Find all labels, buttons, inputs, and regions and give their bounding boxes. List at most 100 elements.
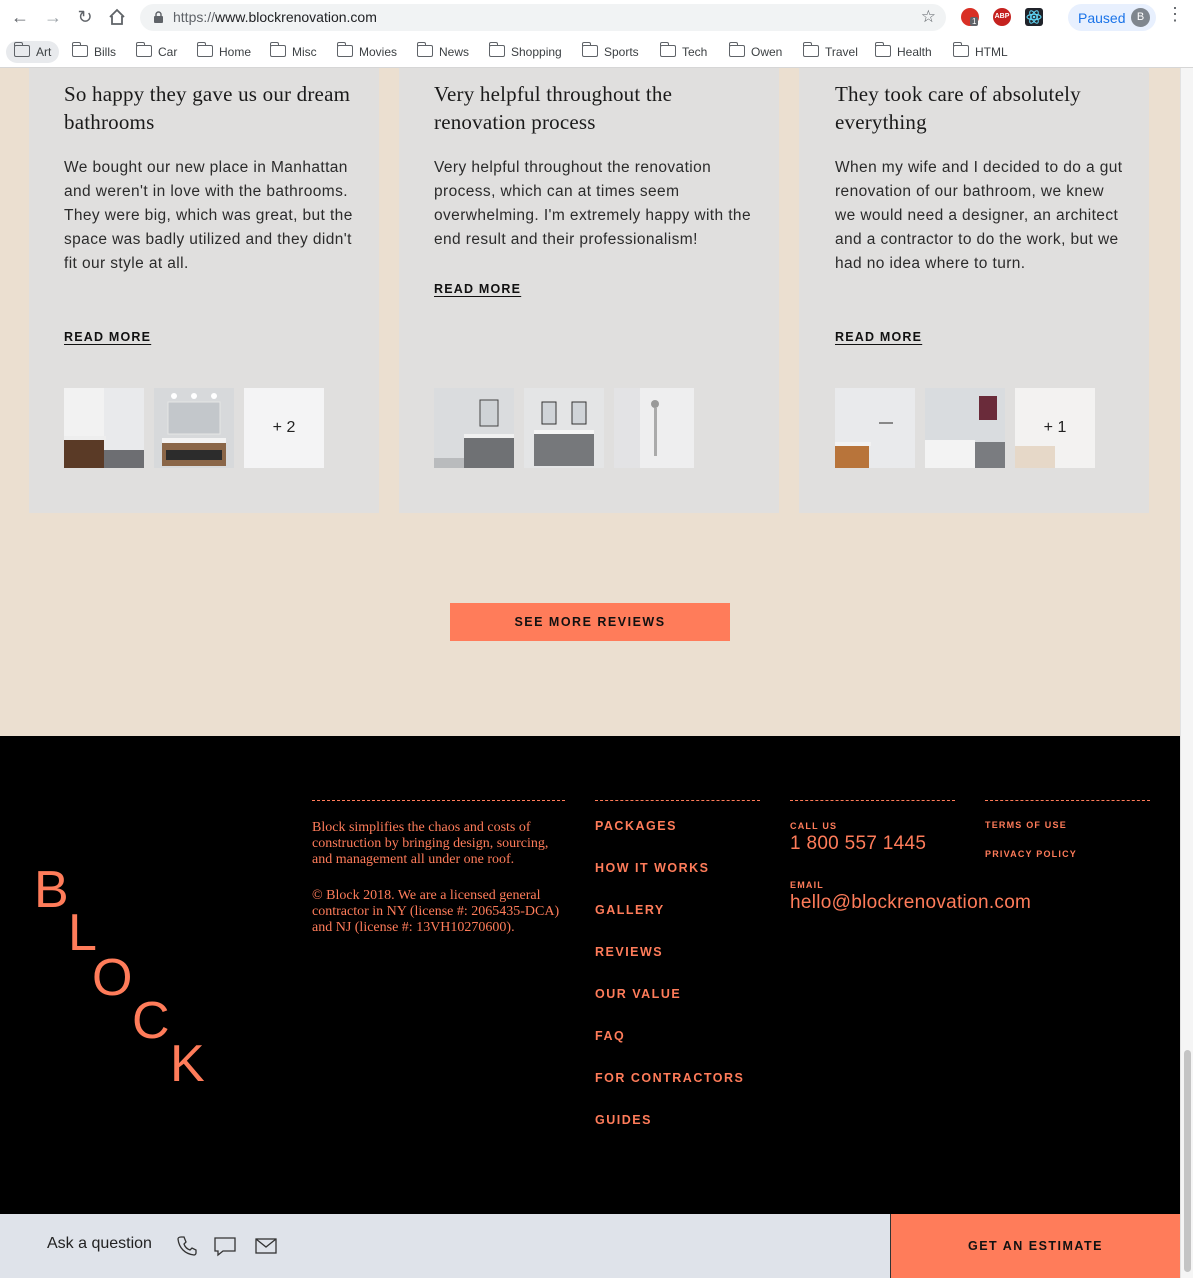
bookmark-movies[interactable]: Movies <box>336 41 397 63</box>
read-more-link[interactable]: READ MORE <box>434 282 521 296</box>
bookmarks-bar: Art Bills Car Home Misc Movies News Shop… <box>0 35 1193 68</box>
profile-status: Paused <box>1078 10 1126 26</box>
folder-icon <box>488 42 505 57</box>
bookmark-misc[interactable]: Misc <box>269 41 317 63</box>
extension-icon[interactable]: 1 <box>961 8 979 26</box>
review-photo[interactable] <box>154 388 234 468</box>
footer-link-faq[interactable]: FAQ <box>595 1029 625 1043</box>
logo-letter: C <box>132 992 170 1050</box>
folder-icon <box>71 42 88 57</box>
bookmark-owen[interactable]: Owen <box>728 41 782 63</box>
review-card: Very helpful throughout the renovation p… <box>399 68 779 513</box>
divider <box>790 800 955 801</box>
reload-icon[interactable]: ↻ <box>74 6 96 28</box>
folder-icon <box>336 42 353 57</box>
folder-icon <box>802 42 819 57</box>
folder-icon <box>416 42 433 57</box>
footer-link-how-it-works[interactable]: HOW IT WORKS <box>595 861 710 875</box>
call-us-label: CALL US <box>790 821 838 831</box>
divider <box>312 800 565 801</box>
bookmark-art[interactable]: Art <box>6 41 60 63</box>
scrollbar[interactable] <box>1180 68 1193 1278</box>
bookmark-star-icon[interactable]: ☆ <box>921 7 936 27</box>
ask-question-bar: Ask a question <box>0 1214 890 1278</box>
bookmark-health[interactable]: Health <box>874 41 932 63</box>
profile-button[interactable]: Paused B <box>1068 4 1156 31</box>
bookmark-tech[interactable]: Tech <box>659 41 707 63</box>
bookmark-news[interactable]: News <box>416 41 469 63</box>
folder-icon <box>13 42 30 57</box>
review-photo[interactable] <box>835 388 915 468</box>
ask-question-label[interactable]: Ask a question <box>47 1235 152 1253</box>
review-title: Very helpful throughout the renovation p… <box>434 82 673 134</box>
terms-of-use-link[interactable]: TERMS OF USE <box>985 820 1067 830</box>
review-text: We bought our new place in Manhattan and… <box>64 159 353 272</box>
folder-icon <box>659 42 676 57</box>
address-bar[interactable]: https://www.blockrenovation.com ☆ <box>140 4 946 31</box>
back-icon[interactable]: ← <box>9 6 31 28</box>
review-text: Very helpful throughout the renovation p… <box>434 159 751 248</box>
bookmark-home[interactable]: Home <box>196 41 251 63</box>
mail-icon[interactable] <box>254 1234 278 1258</box>
review-photo[interactable] <box>925 388 1005 468</box>
folder-icon <box>874 42 891 57</box>
bookmark-car[interactable]: Car <box>135 41 177 63</box>
phone-link[interactable]: 1 800 557 1445 <box>790 833 926 855</box>
browser-toolbar: ← → ↻ https://www.blockrenovation.com ☆ … <box>0 0 1193 35</box>
bookmark-bills[interactable]: Bills <box>71 41 116 63</box>
review-photo[interactable] <box>64 388 144 468</box>
review-card: They took care of absolutely everything … <box>799 68 1149 513</box>
more-photos-count: + 2 <box>272 419 296 436</box>
privacy-policy-link[interactable]: PRIVACY POLICY <box>985 849 1077 859</box>
menu-icon[interactable]: ⋮ <box>1166 4 1184 25</box>
review-title: So happy they gave us our dream bathroom… <box>64 82 351 134</box>
footer-about-text: Block simplifies the chaos and costs of … <box>312 820 549 867</box>
see-more-reviews-button[interactable]: SEE MORE REVIEWS <box>450 603 730 641</box>
chat-icon[interactable] <box>213 1234 237 1258</box>
review-photo[interactable] <box>614 388 694 468</box>
url-text: https://www.blockrenovation.com <box>173 9 377 25</box>
forward-icon[interactable]: → <box>42 6 64 28</box>
footer-link-guides[interactable]: GUIDES <box>595 1113 652 1127</box>
review-title: They took care of absolutely everything <box>835 82 1081 134</box>
more-photos[interactable]: + 1 <box>1015 388 1095 468</box>
react-devtools-icon[interactable] <box>1025 8 1043 26</box>
home-icon[interactable] <box>106 6 128 28</box>
review-card: So happy they gave us our dream bathroom… <box>29 68 379 513</box>
bookmark-shopping[interactable]: Shopping <box>488 41 562 63</box>
folder-icon <box>269 42 286 57</box>
footer-legal-text: © Block 2018. We are a licensed general … <box>312 888 560 935</box>
bookmark-travel[interactable]: Travel <box>802 41 858 63</box>
divider <box>595 800 760 801</box>
folder-icon <box>135 42 152 57</box>
bookmark-sports[interactable]: Sports <box>581 41 639 63</box>
logo-letter: O <box>92 949 133 1007</box>
scrollbar-thumb[interactable] <box>1184 1050 1191 1272</box>
folder-icon <box>728 42 745 57</box>
bookmark-html[interactable]: HTML <box>952 41 1008 63</box>
more-photos-count: + 1 <box>1043 419 1067 436</box>
more-photos[interactable]: + 2 <box>244 388 324 468</box>
folder-icon <box>952 42 969 57</box>
footer-link-gallery[interactable]: GALLERY <box>595 903 665 917</box>
logo-letter: K <box>170 1035 205 1093</box>
footer-link-our-value[interactable]: OUR VALUE <box>595 987 681 1001</box>
review-photo[interactable] <box>524 388 604 468</box>
read-more-link[interactable]: READ MORE <box>835 330 922 344</box>
footer-link-reviews[interactable]: REVIEWS <box>595 945 663 959</box>
footer: B L O C K Block simplifies the chaos and… <box>0 736 1180 1216</box>
review-photo[interactable] <box>434 388 514 468</box>
footer-link-for-contractors[interactable]: FOR CONTRACTORS <box>595 1071 744 1085</box>
adblock-icon[interactable]: ABP <box>993 8 1011 26</box>
email-label: EMAIL <box>790 880 824 890</box>
review-text: When my wife and I decided to do a gut r… <box>835 159 1123 272</box>
lock-icon <box>154 11 163 23</box>
get-estimate-button[interactable]: GET AN ESTIMATE <box>890 1214 1180 1278</box>
logo-letter: B <box>34 861 69 919</box>
phone-icon[interactable] <box>175 1234 199 1258</box>
email-link[interactable]: hello@blockrenovation.com <box>790 892 1031 914</box>
read-more-link[interactable]: READ MORE <box>64 330 151 344</box>
avatar: B <box>1131 8 1150 27</box>
divider <box>985 800 1150 801</box>
footer-link-packages[interactable]: PACKAGES <box>595 819 677 833</box>
